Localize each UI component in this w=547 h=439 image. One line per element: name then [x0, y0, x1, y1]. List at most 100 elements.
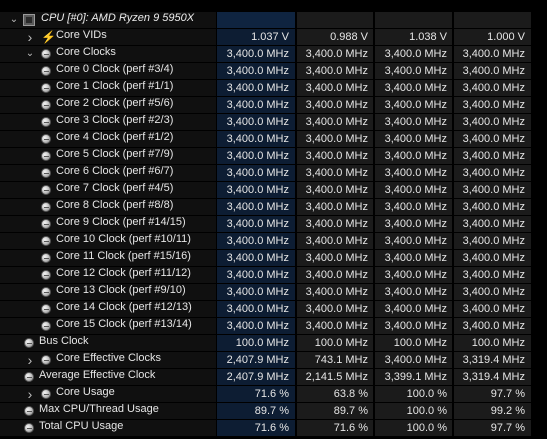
sensor-label: Core 15 Clock (perf #13/14)	[56, 318, 192, 330]
sensor-value-min: 3,400.0 MHz	[297, 233, 373, 249]
sensor-value-current: 3,400.0 MHz	[217, 131, 295, 147]
sensor-value-avg: 3,319.4 MHz	[454, 352, 531, 368]
sensor-row[interactable]: Core 12 Clock (perf #11/12) 3,400.0 MHz 3,…	[0, 267, 547, 284]
lightning-icon: ⚡	[41, 30, 56, 44]
sensor-label: Max CPU/Thread Usage	[39, 403, 159, 415]
sensor-value-max: 3,400.0 MHz	[375, 233, 452, 249]
sensor-row[interactable]: Core 2 Clock (perf #5/6) 3,400.0 MHz 3,400…	[0, 97, 547, 114]
header-cell-max	[375, 12, 452, 28]
sensor-value-current: 3,400.0 MHz	[217, 148, 295, 164]
sensor-value-avg: 3,400.0 MHz	[454, 46, 531, 62]
gauge-icon	[41, 100, 51, 110]
sensor-label: Core 12 Clock (perf #11/12)	[56, 267, 191, 279]
sensor-row[interactable]: Average Effective Clock 2,407.9 MHz 2,141.…	[0, 369, 547, 386]
sensor-value-min: 3,400.0 MHz	[297, 148, 373, 164]
sensor-label: Core 0 Clock (perf #3/4)	[56, 63, 174, 75]
sensor-value-avg: 3,400.0 MHz	[454, 216, 531, 232]
sensor-label: Core 1 Clock (perf #1/1)	[56, 80, 174, 92]
sensor-row[interactable]: Bus Clock 100.0 MHz 100.0 MHz 100.0 MHz 100.…	[0, 335, 547, 352]
header-cell-avg	[454, 12, 531, 28]
sensor-value-avg: 97.7 %	[454, 386, 531, 402]
sensor-label: Core 4 Clock (perf #1/2)	[56, 131, 174, 143]
sensor-row[interactable]: Core 5 Clock (perf #7/9) 3,400.0 MHz 3,400…	[0, 148, 547, 165]
sensor-label: Core 11 Clock (perf #15/16)	[56, 250, 191, 262]
sensor-value-min: 63.8 %	[297, 386, 373, 402]
sensor-row[interactable]: › ⚡ Core VIDs 1.037 V 0.988 V 1.038 V 1.000 V	[0, 29, 547, 46]
sensor-row[interactable]: Core 11 Clock (perf #15/16) 3,400.0 MHz 3,…	[0, 250, 547, 267]
chevron-down-icon[interactable]: ⌄	[25, 46, 35, 62]
gauge-icon	[41, 83, 51, 93]
sensor-row[interactable]: Total CPU Usage 71.6 % 71.6 % 100.0 % 97.7 %	[0, 420, 547, 437]
sensor-value-max: 100.0 MHz	[375, 335, 452, 351]
sensor-value-current: 3,400.0 MHz	[217, 216, 295, 232]
sensor-value-avg: 1.000 V	[454, 29, 531, 45]
sensor-label: Core Effective Clocks	[56, 352, 161, 364]
sensor-value-current: 3,400.0 MHz	[217, 284, 295, 300]
sensor-row[interactable]: Core 4 Clock (perf #1/2) 3,400.0 MHz 3,400…	[0, 131, 547, 148]
sensor-value-max: 1.038 V	[375, 29, 452, 45]
sensor-value-min: 0.988 V	[297, 29, 373, 45]
sensor-value-current: 3,400.0 MHz	[217, 80, 295, 96]
sensor-row[interactable]: Core 10 Clock (perf #10/11) 3,400.0 MHz 3,…	[0, 233, 547, 250]
sensor-row[interactable]: › Core Usage 71.6 % 63.8 % 100.0 % 97.7 %	[0, 386, 547, 403]
sensor-value-current: 3,400.0 MHz	[217, 250, 295, 266]
sensor-value-current: 3,400.0 MHz	[217, 318, 295, 334]
sensor-value-avg: 3,400.0 MHz	[454, 284, 531, 300]
sensor-value-avg: 97.7 %	[454, 420, 531, 436]
sensor-value-min: 3,400.0 MHz	[297, 267, 373, 283]
sensor-label: Core 9 Clock (perf #14/15)	[56, 216, 186, 228]
sensor-row[interactable]: Core 9 Clock (perf #14/15) 3,400.0 MHz 3,4…	[0, 216, 547, 233]
sensor-value-avg: 99.2 %	[454, 403, 531, 419]
cpu-header-row[interactable]: ⌄ CPU [#0]: AMD Ryzen 9 5950X	[0, 12, 547, 29]
sensor-row[interactable]: Core 15 Clock (perf #13/14) 3,400.0 MHz 3,…	[0, 318, 547, 335]
sensor-value-max: 3,400.0 MHz	[375, 46, 452, 62]
sensor-row[interactable]: Max CPU/Thread Usage 89.7 % 89.7 % 100.0 % 9…	[0, 403, 547, 420]
sensor-value-min: 71.6 %	[297, 420, 373, 436]
sensor-row[interactable]: Core 1 Clock (perf #1/1) 3,400.0 MHz 3,400…	[0, 80, 547, 97]
gauge-icon	[41, 389, 51, 399]
sensor-value-min: 100.0 MHz	[297, 335, 373, 351]
sensor-value-min: 743.1 MHz	[297, 352, 373, 368]
chevron-down-icon[interactable]: ⌄	[9, 12, 19, 28]
sensor-row[interactable]: Core 6 Clock (perf #6/7) 3,400.0 MHz 3,400…	[0, 165, 547, 182]
chevron-right-icon[interactable]: ›	[25, 29, 35, 45]
sensor-value-avg: 3,400.0 MHz	[454, 318, 531, 334]
sensor-row[interactable]: › Core Effective Clocks 2,407.9 MHz 743.1 M…	[0, 352, 547, 369]
sensor-value-avg: 3,400.0 MHz	[454, 97, 531, 113]
sensor-row[interactable]: Core 7 Clock (perf #4/5) 3,400.0 MHz 3,400…	[0, 182, 547, 199]
sensor-value-min: 89.7 %	[297, 403, 373, 419]
gauge-icon	[41, 236, 51, 246]
sensor-value-current: 71.6 %	[217, 386, 295, 402]
sensor-value-avg: 3,400.0 MHz	[454, 165, 531, 181]
sensor-label: Core 7 Clock (perf #4/5)	[56, 182, 174, 194]
gauge-icon	[41, 304, 51, 314]
sensor-value-min: 3,400.0 MHz	[297, 182, 373, 198]
sensor-value-current: 3,400.0 MHz	[217, 233, 295, 249]
sensor-value-current: 100.0 MHz	[217, 335, 295, 351]
sensor-value-avg: 3,400.0 MHz	[454, 63, 531, 79]
sensor-label: Core 2 Clock (perf #5/6)	[56, 97, 174, 109]
sensor-value-avg: 3,319.4 MHz	[454, 369, 531, 385]
sensor-row[interactable]: Core 0 Clock (perf #3/4) 3,400.0 MHz 3,400…	[0, 63, 547, 80]
chevron-right-icon[interactable]: ›	[25, 386, 35, 402]
vertical-scrollbar[interactable]	[533, 0, 547, 439]
sensor-value-avg: 100.0 MHz	[454, 335, 531, 351]
gauge-icon	[41, 66, 51, 76]
sensor-value-max: 3,400.0 MHz	[375, 165, 452, 181]
chevron-right-icon[interactable]: ›	[25, 352, 35, 368]
header-cell-min	[297, 12, 373, 28]
sensor-value-avg: 3,400.0 MHz	[454, 233, 531, 249]
sensor-value-min: 3,400.0 MHz	[297, 80, 373, 96]
sensor-label: Bus Clock	[39, 335, 89, 347]
sensor-row[interactable]: Core 3 Clock (perf #2/3) 3,400.0 MHz 3,400…	[0, 114, 547, 131]
sensor-row[interactable]: Core 14 Clock (perf #12/13) 3,400.0 MHz 3,…	[0, 301, 547, 318]
sensor-value-current: 3,400.0 MHz	[217, 114, 295, 130]
sensor-label: Core Clocks	[56, 46, 116, 58]
sensor-value-avg: 3,400.0 MHz	[454, 250, 531, 266]
sensor-row[interactable]: Core 8 Clock (perf #8/8) 3,400.0 MHz 3,400…	[0, 199, 547, 216]
sensor-row[interactable]: Core 13 Clock (perf #9/10) 3,400.0 MHz 3,4…	[0, 284, 547, 301]
sensor-row[interactable]: ⌄ Core Clocks 3,400.0 MHz 3,400.0 MHz 3,400.…	[0, 46, 547, 63]
sensor-value-min: 3,400.0 MHz	[297, 199, 373, 215]
sensor-value-avg: 3,400.0 MHz	[454, 199, 531, 215]
sensor-value-current: 3,400.0 MHz	[217, 199, 295, 215]
